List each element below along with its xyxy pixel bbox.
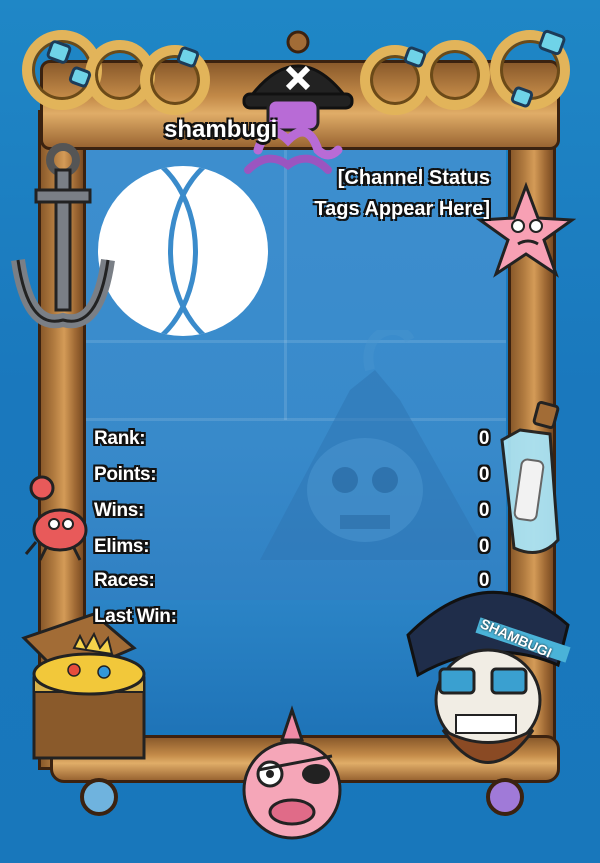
pufferfish-icon	[242, 705, 342, 840]
stat-label-wins: Wins:	[94, 500, 145, 521]
bottle-message-icon	[500, 400, 560, 554]
avatar	[98, 166, 268, 336]
stat-label-races: Races:	[94, 570, 155, 591]
status-line: Tags Appear Here]	[314, 198, 490, 220]
stat-label-rank: Rank:	[94, 428, 146, 449]
channel-status-tags: [Channel Status Tags Appear Here]	[270, 163, 490, 225]
stat-value-races: 0	[478, 570, 490, 591]
stat-label-points: Points:	[94, 464, 157, 485]
skull-pirate-icon	[406, 590, 571, 764]
username: shambugi	[164, 116, 278, 143]
anchor-icon	[11, 143, 115, 329]
stat-value-elims: 0	[478, 536, 490, 557]
medallion-icon	[80, 778, 118, 816]
status-line: [Channel Status	[337, 167, 490, 189]
starfish-icon	[476, 182, 576, 278]
stat-label-last-win: Last Win:	[94, 606, 177, 627]
treasure-chest-icon	[21, 612, 146, 760]
medallion-icon	[486, 778, 524, 816]
stat-value-points: 0	[478, 464, 490, 485]
stat-value-rank: 0	[478, 428, 490, 449]
rope-decoration	[420, 40, 490, 110]
stat-value-wins: 0	[478, 500, 490, 521]
rope-decoration	[140, 45, 210, 115]
stat-label-elims: Elims:	[94, 536, 150, 557]
crab-icon	[24, 475, 88, 561]
